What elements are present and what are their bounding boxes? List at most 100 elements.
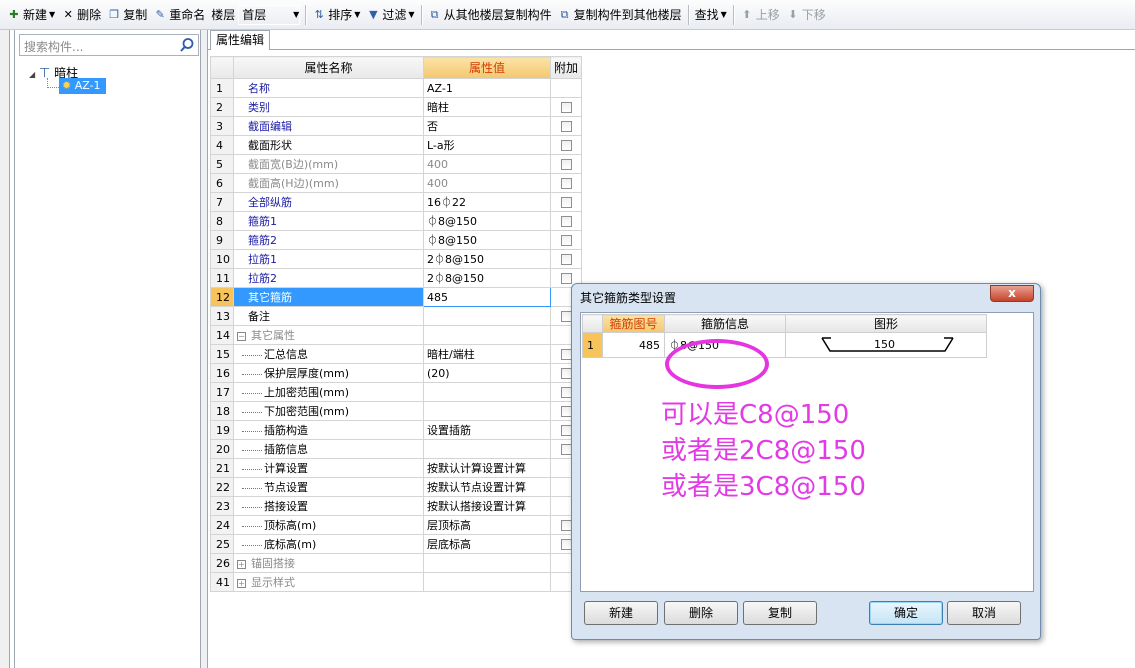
table-row[interactable]: 20 插筋信息 (210, 439, 583, 459)
table-row[interactable]: 1 485 ⏀8@150 150 (582, 332, 987, 358)
dialog-copy-button[interactable]: 复制 (743, 601, 817, 625)
extra-checkbox[interactable] (560, 311, 572, 322)
shape-cell[interactable]: 150 (785, 332, 987, 358)
property-value-cell[interactable] (423, 325, 551, 345)
property-value-cell[interactable]: 否 (423, 116, 551, 136)
table-row[interactable]: 3 截面编辑 否 (210, 116, 583, 136)
table-row[interactable]: 13 备注 (210, 306, 583, 326)
expand-icon[interactable]: + (237, 559, 246, 569)
tab-property-edit[interactable]: 属性编辑 (210, 30, 270, 50)
property-value-cell[interactable]: L-a形 (423, 135, 551, 155)
property-value-cell[interactable] (423, 572, 551, 592)
move-down-button[interactable]: ⬇ 下移 (783, 4, 829, 26)
extra-checkbox[interactable] (560, 140, 572, 151)
table-row[interactable]: 26 + 锚固搭接 (210, 553, 583, 573)
property-value-cell[interactable]: ⏀8@150 (423, 211, 551, 231)
property-value-cell[interactable]: 暗柱 (423, 97, 551, 117)
delete-button[interactable]: ✕ 删除 (58, 4, 104, 26)
property-value-cell[interactable]: 层顶标高 (423, 515, 551, 535)
extra-checkbox[interactable] (560, 273, 572, 284)
property-value-cell[interactable]: 485 (423, 287, 551, 307)
collapse-icon[interactable]: − (237, 331, 246, 341)
table-row[interactable]: 8 箍筋1 ⏀8@150 (210, 211, 583, 231)
tree-node-az1[interactable]: ✹ AZ-1 (59, 78, 106, 94)
property-value-cell[interactable]: 400 (423, 154, 551, 174)
close-button[interactable]: x (990, 285, 1034, 302)
table-row[interactable]: 24 顶标高(m) 层顶标高 (210, 515, 583, 535)
extra-checkbox[interactable] (560, 425, 572, 436)
table-row[interactable]: 15 汇总信息 暗柱/端柱 (210, 344, 583, 364)
copy-from-floor-button[interactable]: ⧉ 从其他楼层复制构件 (425, 4, 555, 26)
property-value-cell[interactable] (423, 401, 551, 421)
extra-checkbox[interactable] (560, 520, 572, 531)
property-value-cell[interactable]: 按默认计算设置计算 (423, 458, 551, 478)
table-row[interactable]: 10 拉筋1 2⏀8@150 (210, 249, 583, 269)
property-value-cell[interactable]: ⏀8@150 (423, 230, 551, 250)
property-value-cell[interactable]: 16⏀22 (423, 192, 551, 212)
copy-to-floor-button[interactable]: ⧉ 复制构件到其他楼层 (555, 4, 685, 26)
extra-checkbox[interactable] (560, 121, 572, 132)
cancel-button[interactable]: 取消 (947, 601, 1021, 625)
property-value-cell[interactable]: 设置插筋 (423, 420, 551, 440)
property-value-cell[interactable] (423, 553, 551, 573)
property-value-cell[interactable] (423, 382, 551, 402)
extra-checkbox[interactable] (560, 254, 572, 265)
dialog-delete-button[interactable]: 删除 (664, 601, 738, 625)
search-input[interactable]: 搜索构件... (19, 34, 199, 56)
table-row[interactable]: 6 截面高(H边)(mm) 400 (210, 173, 583, 193)
filter-button[interactable]: ▼ 过滤 ▼ (363, 4, 417, 26)
table-row[interactable]: 17 上加密范围(mm) (210, 382, 583, 402)
dialog-new-button[interactable]: 新建 (584, 601, 658, 625)
property-value-cell[interactable]: AZ-1 (423, 78, 551, 98)
table-row[interactable]: 2 类别 暗柱 (210, 97, 583, 117)
sort-button[interactable]: ⇅ 排序 ▼ (309, 4, 363, 26)
table-row[interactable]: 23 搭接设置 按默认搭接设置计算 (210, 496, 583, 516)
extra-checkbox[interactable] (560, 178, 572, 189)
property-value-cell[interactable]: 层底标高 (423, 534, 551, 554)
extra-checkbox[interactable] (560, 235, 572, 246)
table-row[interactable]: 25 底标高(m) 层底标高 (210, 534, 583, 554)
extra-checkbox[interactable] (560, 102, 572, 113)
table-row[interactable]: 11 拉筋2 2⏀8@150 (210, 268, 583, 288)
floor-select[interactable]: 首层 ▼ (238, 4, 301, 25)
table-row[interactable]: 1 名称 AZ-1 (210, 78, 583, 98)
extra-checkbox[interactable] (560, 368, 572, 379)
table-row[interactable]: 16 保护层厚度(mm) (20) (210, 363, 583, 383)
extra-checkbox[interactable] (560, 387, 572, 398)
extra-checkbox[interactable] (560, 197, 572, 208)
property-value-cell[interactable]: 暗柱/端柱 (423, 344, 551, 364)
property-value-cell[interactable] (423, 439, 551, 459)
extra-checkbox[interactable] (560, 539, 572, 550)
table-row[interactable]: 19 插筋构造 设置插筋 (210, 420, 583, 440)
table-row[interactable]: 12 其它箍筋 485 (210, 287, 583, 307)
property-value-cell[interactable]: 按默认搭接设置计算 (423, 496, 551, 516)
table-row[interactable]: 5 截面宽(B边)(mm) 400 (210, 154, 583, 174)
property-value-cell[interactable]: 2⏀8@150 (423, 268, 551, 288)
copy-button[interactable]: ❐ 复制 (104, 4, 150, 26)
extra-checkbox[interactable] (560, 216, 572, 227)
extra-checkbox[interactable] (560, 406, 572, 417)
table-row[interactable]: 7 全部纵筋 16⏀22 (210, 192, 583, 212)
ok-button[interactable]: 确定 (869, 601, 943, 625)
table-row[interactable]: 22 节点设置 按默认节点设置计算 (210, 477, 583, 497)
table-row[interactable]: 4 截面形状 L-a形 (210, 135, 583, 155)
property-value-cell[interactable]: 400 (423, 173, 551, 193)
table-row[interactable]: 21 计算设置 按默认计算设置计算 (210, 458, 583, 478)
table-row[interactable]: 9 箍筋2 ⏀8@150 (210, 230, 583, 250)
move-up-button[interactable]: ⬆ 上移 (737, 4, 783, 26)
property-value-cell[interactable]: (20) (423, 363, 551, 383)
stirrup-code-cell[interactable]: 485 (602, 332, 665, 358)
property-value-cell[interactable]: 按默认节点设置计算 (423, 477, 551, 497)
extra-checkbox[interactable] (560, 159, 572, 170)
property-value-cell[interactable]: 2⏀8@150 (423, 249, 551, 269)
property-value-cell[interactable] (423, 306, 551, 326)
new-button[interactable]: ✚ 新建 ▼ (4, 4, 58, 26)
find-button[interactable]: 查找 ▼ (692, 4, 730, 26)
extra-checkbox[interactable] (560, 349, 572, 360)
rename-button[interactable]: ✎ 重命名 (150, 4, 208, 26)
expand-icon[interactable]: + (237, 578, 246, 588)
table-row[interactable]: 41 + 显示样式 (210, 572, 583, 592)
table-row[interactable]: 14− 其它属性 (210, 325, 583, 345)
panel-splitter[interactable] (201, 30, 208, 668)
extra-checkbox[interactable] (560, 444, 572, 455)
